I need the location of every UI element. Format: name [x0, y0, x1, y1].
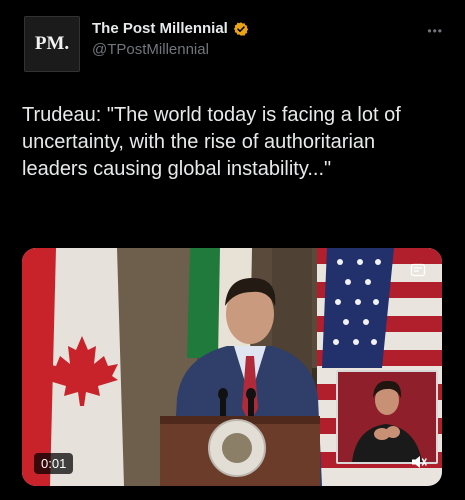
- video-player[interactable]: 0:01: [22, 248, 442, 486]
- handle[interactable]: @TPostMillennial: [92, 41, 249, 58]
- more-options-icon[interactable]: •••: [427, 24, 443, 38]
- author-info: The Post Millennial @TPostMillennial: [92, 20, 249, 58]
- media-settings-icon[interactable]: [410, 262, 426, 278]
- video-timestamp: 0:01: [34, 453, 74, 474]
- sign-language-interpreter: [336, 370, 438, 464]
- avatar-text: PM.: [34, 33, 70, 54]
- podium: [160, 416, 320, 486]
- name-row: The Post Millennial: [92, 20, 249, 37]
- volume-icon[interactable]: [410, 454, 428, 470]
- canada-flag: [22, 248, 124, 486]
- avatar[interactable]: PM.: [24, 16, 80, 72]
- tweet: PM. The Post Millennial @TPostMillennial…: [0, 0, 465, 500]
- tweet-text: Trudeau: "The world today is facing a lo…: [22, 104, 407, 180]
- verified-badge-icon: [233, 21, 249, 36]
- display-name[interactable]: The Post Millennial: [92, 20, 228, 37]
